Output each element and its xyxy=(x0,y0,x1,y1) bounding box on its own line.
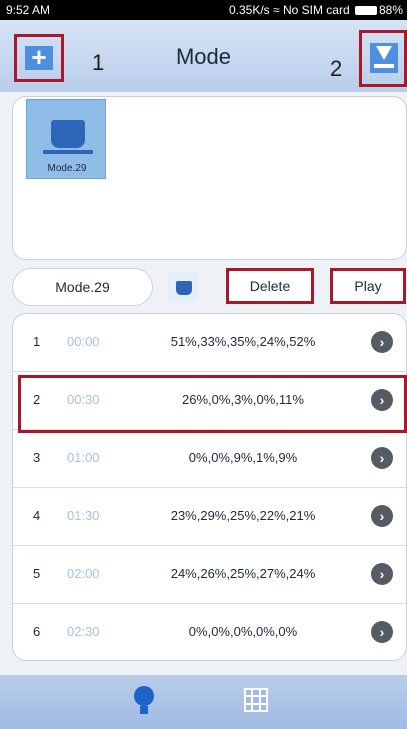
status-time: 9:52 AM xyxy=(6,3,51,17)
sim-status: No SIM card xyxy=(282,3,350,17)
row-index: 3 xyxy=(33,450,41,465)
mode-tile-label: Mode.29 xyxy=(47,163,87,174)
list-item[interactable]: 3 01:00 0%,0%,9%,1%,9% › xyxy=(13,430,406,488)
plus-icon: + xyxy=(25,44,53,70)
list-item[interactable]: 6 02:30 0%,0%,0%,0%,0% › xyxy=(13,604,406,660)
cup-icon xyxy=(176,281,192,295)
row-time: 00:00 xyxy=(67,334,100,349)
delete-button[interactable]: Delete xyxy=(226,268,314,304)
mode-icon-button[interactable] xyxy=(168,272,198,302)
chevron-right-icon[interactable]: › xyxy=(371,505,393,527)
row-index: 6 xyxy=(33,624,41,639)
bottom-navigation xyxy=(0,675,407,729)
bulb-icon[interactable] xyxy=(134,686,154,716)
network-speed: 0.35K/s xyxy=(228,3,270,17)
download-button[interactable] xyxy=(359,30,407,87)
row-time: 01:00 xyxy=(67,450,100,465)
annotation-2: 2 xyxy=(330,56,343,81)
annotation-1: 1 xyxy=(92,50,105,75)
mode-tile[interactable]: Mode.29 xyxy=(26,99,106,179)
chevron-right-icon[interactable]: › xyxy=(371,447,393,469)
battery-icon xyxy=(354,6,377,15)
list-item[interactable]: 4 01:30 23%,29%,25%,22%,21% › xyxy=(13,488,406,546)
row-time: 01:30 xyxy=(67,508,100,523)
row-values: 0%,0%,9%,1%,9% xyxy=(188,450,298,465)
grid-icon[interactable] xyxy=(244,688,268,712)
status-right: 0.35K/s ≈ No SIM card 88% xyxy=(229,3,403,17)
row-index: 4 xyxy=(33,508,41,523)
add-mode-button[interactable]: + xyxy=(14,34,64,82)
chevron-right-icon[interactable]: › xyxy=(371,331,393,353)
row-values: 51%,33%,35%,24%,52% xyxy=(170,334,316,349)
schedule-list: 1 00:00 51%,33%,35%,24%,52% › 2 00:30 26… xyxy=(12,313,407,661)
row-time: 02:00 xyxy=(67,566,100,581)
mode-gallery: Mode.29 xyxy=(12,96,407,260)
highlight-box xyxy=(18,375,407,433)
row-values: 0%,0%,0%,0%,0% xyxy=(188,624,298,639)
battery-level: 88% xyxy=(378,3,403,17)
download-icon xyxy=(370,43,398,73)
cup-icon xyxy=(43,120,93,154)
play-button[interactable]: Play xyxy=(330,268,406,304)
row-values: 24%,26%,25%,27%,24% xyxy=(170,566,316,581)
list-item[interactable]: 5 02:00 24%,26%,25%,27%,24% › xyxy=(13,546,406,604)
row-index: 1 xyxy=(33,334,41,349)
row-values: 23%,29%,25%,22%,21% xyxy=(170,508,316,523)
row-time: 02:30 xyxy=(67,624,100,639)
mode-controls: Mode.29 Delete Play xyxy=(12,268,407,308)
chevron-right-icon[interactable]: › xyxy=(371,621,393,643)
mode-name-field[interactable]: Mode.29 xyxy=(12,268,153,306)
row-index: 5 xyxy=(33,566,41,581)
status-bar: 9:52 AM 0.35K/s ≈ No SIM card 88% xyxy=(0,0,407,20)
wifi-icon: ≈ xyxy=(273,3,283,17)
list-item[interactable]: 1 00:00 51%,33%,35%,24%,52% › xyxy=(13,314,406,372)
chevron-right-icon[interactable]: › xyxy=(371,563,393,585)
